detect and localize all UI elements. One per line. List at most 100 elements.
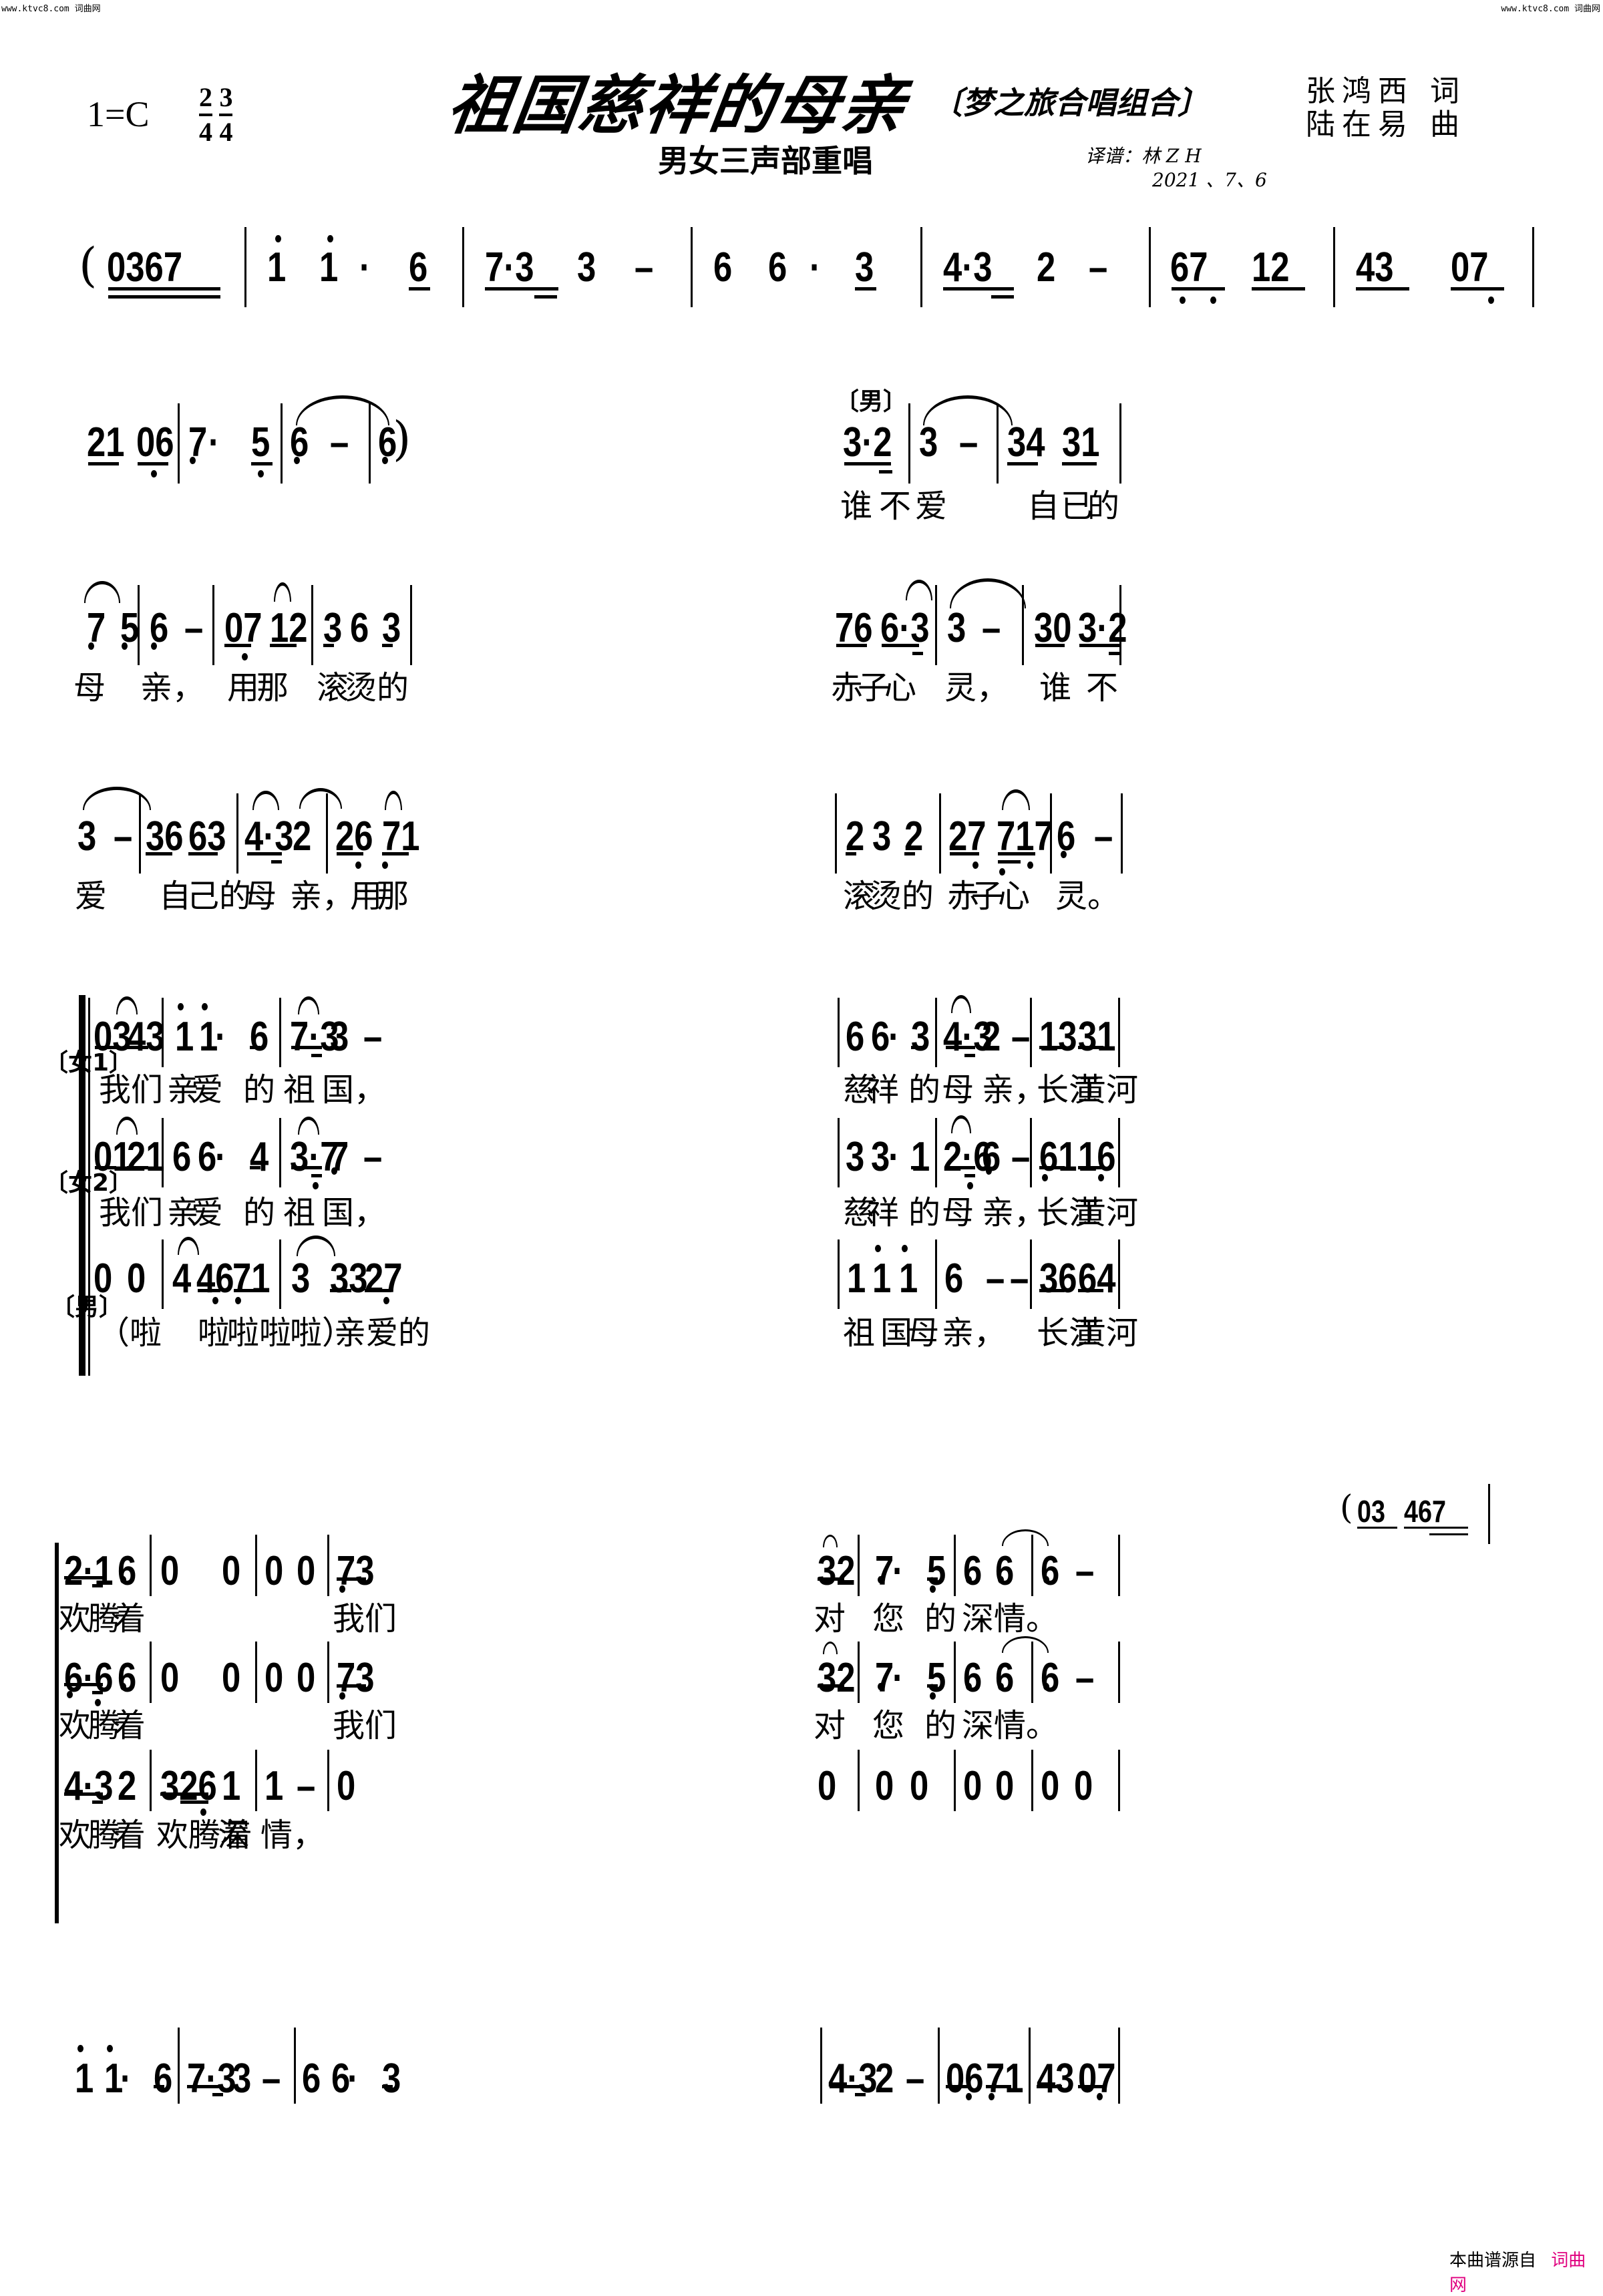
low-dot bbox=[235, 1297, 241, 1304]
lyric: 着 bbox=[114, 1600, 146, 1638]
underline bbox=[382, 644, 393, 647]
lyric: 己的 bbox=[187, 878, 252, 915]
note: 6 bbox=[768, 244, 787, 291]
barline bbox=[327, 1642, 329, 1703]
low-dot bbox=[382, 862, 388, 869]
note: 3 bbox=[846, 1134, 865, 1180]
underline bbox=[943, 287, 1014, 291]
note: 0 bbox=[264, 1548, 284, 1594]
high-dot bbox=[902, 1245, 908, 1252]
barline bbox=[1119, 585, 1121, 665]
low-dot bbox=[998, 1683, 1004, 1690]
low-dot bbox=[1042, 1174, 1048, 1181]
barline bbox=[838, 998, 840, 1067]
note: 6 bbox=[250, 1014, 269, 1060]
barline bbox=[294, 2028, 296, 2104]
high-dot bbox=[202, 1003, 208, 1010]
underline bbox=[146, 852, 172, 855]
footer-source-label: 本曲谱源自 bbox=[1449, 2251, 1537, 2271]
underline bbox=[991, 295, 1014, 299]
lyric: 情。 bbox=[994, 1707, 1059, 1744]
lyric: 亲， bbox=[942, 1314, 1007, 1352]
dot-rhythm: · bbox=[810, 244, 821, 291]
barline bbox=[858, 1750, 860, 1811]
note: 6 bbox=[118, 1655, 137, 1701]
underline bbox=[1404, 1527, 1468, 1529]
low-dot bbox=[878, 1683, 884, 1690]
lyric: 黄河 bbox=[1074, 1314, 1139, 1352]
note: 6 bbox=[409, 244, 428, 291]
barline bbox=[279, 998, 281, 1067]
lyric: 我们 bbox=[333, 1707, 397, 1744]
barline bbox=[279, 1239, 281, 1309]
underline bbox=[323, 644, 334, 647]
note: 4·3 bbox=[943, 244, 993, 291]
note: 01 bbox=[94, 1134, 132, 1180]
tie bbox=[1002, 1636, 1049, 1653]
underline bbox=[187, 2085, 222, 2088]
composer: 陆在易 曲 bbox=[1306, 108, 1466, 142]
low-dot bbox=[122, 642, 128, 650]
lyric: 的 bbox=[924, 1707, 957, 1744]
underline bbox=[92, 1691, 103, 1694]
underline bbox=[154, 2085, 164, 2088]
low-dot bbox=[120, 1576, 126, 1583]
slur bbox=[116, 1117, 138, 1135]
lyric: 的 bbox=[377, 669, 409, 707]
note: 63 bbox=[188, 813, 226, 859]
note: 3 bbox=[77, 813, 97, 859]
note: 2 bbox=[875, 2056, 894, 2102]
note: 6 bbox=[118, 1548, 137, 1594]
lyric: 那 bbox=[256, 669, 289, 707]
note: 16 bbox=[1078, 1134, 1116, 1180]
note: 6 bbox=[1041, 1548, 1060, 1594]
note: 2 bbox=[982, 1014, 1001, 1060]
slur bbox=[385, 791, 402, 810]
note: 1 bbox=[872, 1256, 892, 1302]
underline bbox=[1357, 1527, 1397, 1529]
low-dot bbox=[878, 1576, 884, 1583]
note: 0 bbox=[963, 1763, 983, 1809]
low-dot bbox=[1180, 297, 1186, 304]
high-dot bbox=[178, 1003, 184, 1010]
underline bbox=[198, 1289, 220, 1292]
note: 6 bbox=[1057, 813, 1076, 859]
underline bbox=[1035, 644, 1065, 647]
lyric: 灵， bbox=[944, 669, 1009, 707]
note: 0 bbox=[875, 1763, 894, 1809]
note: 1 bbox=[222, 1763, 241, 1809]
barline bbox=[1031, 1642, 1033, 1703]
dash: – bbox=[363, 1134, 383, 1180]
lyric: 深 bbox=[962, 1707, 995, 1744]
underline bbox=[382, 2085, 393, 2088]
barline bbox=[1532, 227, 1534, 307]
high-dot bbox=[275, 235, 281, 242]
dash: – bbox=[330, 419, 349, 465]
note: 31 bbox=[1062, 419, 1100, 465]
barline bbox=[1118, 2028, 1120, 2104]
note: 6 bbox=[1041, 1655, 1060, 1701]
note: 30 bbox=[1034, 605, 1072, 651]
lyric: 祥 bbox=[867, 1071, 900, 1109]
note: 07 bbox=[1451, 244, 1489, 291]
lyric: 那 bbox=[377, 878, 409, 915]
note: 5 bbox=[927, 1548, 946, 1594]
lyric: 的 bbox=[902, 878, 934, 915]
underline bbox=[250, 1166, 260, 1169]
underline bbox=[912, 652, 923, 655]
underline bbox=[365, 1289, 391, 1292]
underline bbox=[409, 287, 430, 291]
note: 27 bbox=[948, 813, 987, 859]
low-dot bbox=[212, 1297, 218, 1304]
footer-source: 本曲谱源自 词曲网 bbox=[1449, 2247, 1603, 2296]
underline bbox=[88, 462, 119, 465]
underline bbox=[946, 2085, 971, 2088]
time-signature-3-4: 34 bbox=[219, 82, 233, 147]
lyric: 母 bbox=[942, 1194, 974, 1231]
dash: – bbox=[986, 1256, 1005, 1302]
lyric: 母 bbox=[244, 878, 277, 915]
barline bbox=[1031, 1750, 1033, 1811]
low-dot bbox=[339, 1692, 345, 1700]
note: 6 bbox=[713, 244, 733, 291]
low-dot bbox=[972, 862, 978, 869]
